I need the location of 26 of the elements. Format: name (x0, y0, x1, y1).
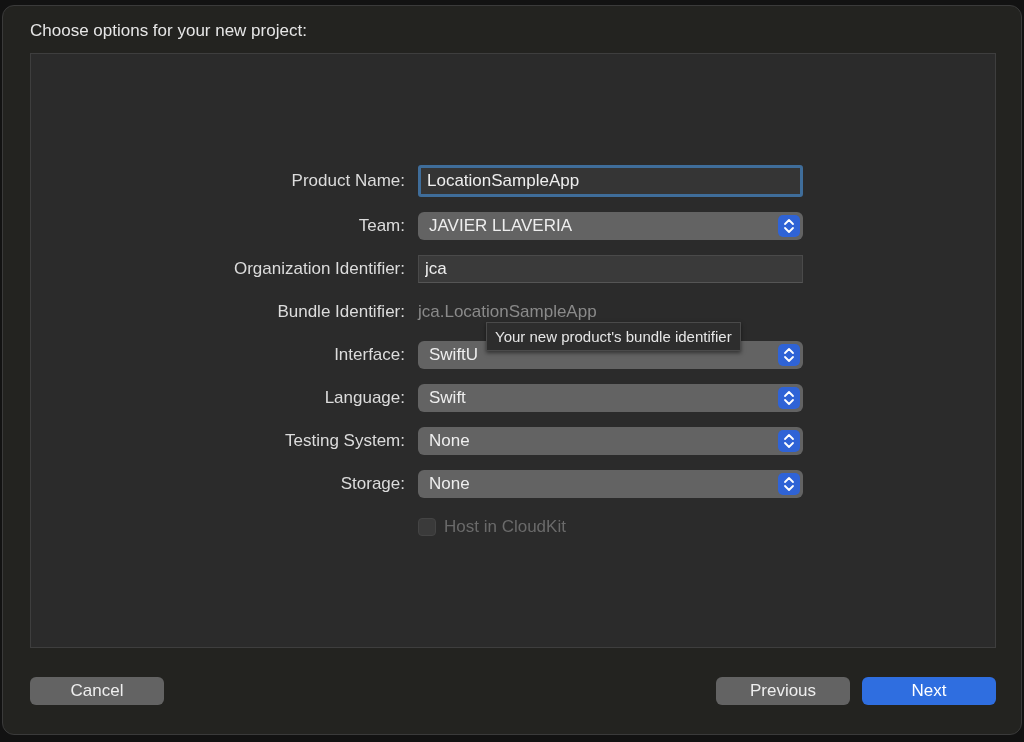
field-label: Testing System: (285, 431, 405, 451)
popup-button[interactable]: Swift (418, 384, 803, 412)
text-field[interactable]: jca (418, 255, 803, 283)
window-title: Choose options for your new project: (30, 20, 308, 38)
field-label: Team: (358, 216, 405, 236)
field-label: Interface: (334, 345, 405, 365)
checkbox-label: Host in CloudKit (444, 517, 566, 537)
tooltip: Your new product's bundle identifier (486, 322, 741, 351)
popup-button[interactable]: None (418, 427, 803, 455)
field-label: Storage: (340, 474, 405, 494)
stepper-arrows-icon (778, 344, 800, 366)
text-field[interactable]: LocationSampleApp (418, 165, 803, 197)
bundle-identifier-text: jca.LocationSampleApp (418, 302, 597, 322)
popup-button[interactable]: JAVIER LLAVERIA (418, 212, 803, 240)
stepper-arrows-icon (778, 473, 800, 495)
stepper-arrows-icon (778, 387, 800, 409)
default-button[interactable]: Next (862, 677, 996, 705)
field-label: Product Name: (291, 171, 405, 191)
button[interactable]: Previous (716, 677, 850, 705)
popup-button[interactable]: None (418, 470, 803, 498)
field-label: Language: (324, 388, 405, 408)
button[interactable]: Cancel (30, 677, 164, 705)
field-label: Bundle Identifier: (277, 302, 405, 322)
stepper-arrows-icon (778, 215, 800, 237)
field-label: Organization Identifier: (233, 259, 405, 279)
stepper-arrows-icon (778, 430, 800, 452)
